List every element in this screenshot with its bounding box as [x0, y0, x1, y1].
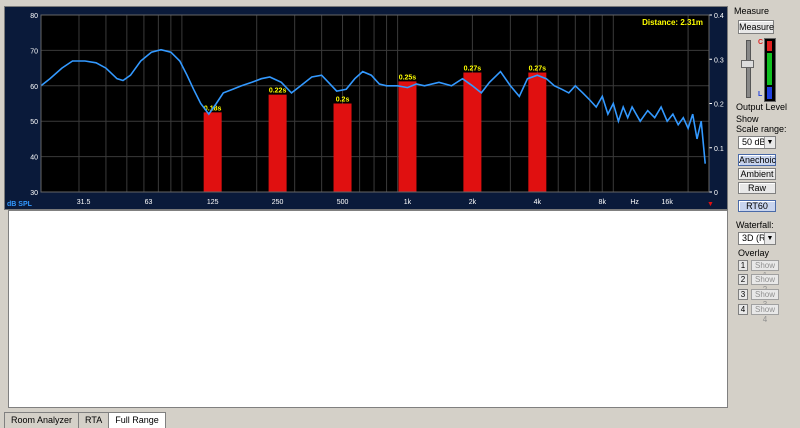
- y-tick-label-right: 0: [714, 190, 718, 197]
- x-tick-label: 8k: [599, 199, 607, 206]
- overlay-row-1: 1 Show 1: [738, 260, 782, 280]
- overlay-4-show-button[interactable]: Show 4: [751, 304, 779, 324]
- rt60-bar-label: 0.22s: [269, 88, 287, 95]
- x-tick-label: 500: [337, 199, 349, 206]
- show-label: Show: [736, 114, 759, 124]
- overlay-2-button[interactable]: 2: [738, 274, 748, 285]
- meter-low-segment: [767, 87, 772, 99]
- rt60-bar-label: 0.27s: [529, 66, 547, 73]
- overlay-row-4: 4 Show 4: [738, 304, 782, 324]
- scale-range-value: 50 dB: [742, 137, 766, 147]
- x-tick-label: 4k: [534, 199, 542, 206]
- frequency-response-chart: 0.18s 0.22s 0.2s 0.25s 0.27s 0.27s 80 70 60 50 40…: [4, 6, 728, 210]
- waterfall-panel: [8, 210, 728, 408]
- overlay-1-button[interactable]: 1: [738, 260, 748, 271]
- rt60-bar: [203, 112, 222, 192]
- output-level-meter: [764, 38, 776, 102]
- rt60-bar-label: 0.2s: [336, 97, 350, 104]
- meter-ok-segment: [767, 53, 772, 85]
- overlay-label: Overlay: [738, 248, 770, 258]
- ambient-button[interactable]: Ambient: [738, 168, 776, 180]
- y-tick-label-left: 40: [30, 155, 38, 162]
- x-tick-label: Hz: [630, 199, 639, 206]
- overlay-row-2: 2 Show 2: [738, 274, 782, 294]
- rt60-bar: [268, 94, 287, 192]
- x-tick-label: 63: [145, 199, 153, 206]
- anechoic-button[interactable]: Anechoic: [738, 154, 776, 166]
- y-tick-label-left: 70: [30, 48, 38, 55]
- rt60-bar: [333, 103, 352, 192]
- overlay-3-button[interactable]: 3: [738, 289, 748, 300]
- y-tick-label-right: 0.4: [714, 13, 724, 20]
- chevron-down-icon: ▼: [764, 137, 775, 148]
- rt60-bar-label: 0.27s: [464, 66, 482, 73]
- y-tick-label-left: 80: [30, 13, 38, 20]
- y-axis-label: dB SPL: [7, 201, 33, 208]
- meter-clip-segment: [767, 41, 772, 51]
- plot-area: [41, 15, 709, 192]
- overlay-3-show-button[interactable]: Show 3: [751, 289, 779, 309]
- output-level-label: Output Level: [736, 102, 788, 112]
- x-tick-label: 16k: [662, 199, 674, 206]
- rt60-bar: [528, 72, 547, 192]
- y-tick-label-left: 50: [30, 119, 38, 126]
- x-tick-label: 125: [207, 199, 219, 206]
- output-level-slider-track[interactable]: [746, 40, 751, 98]
- waterfall-label: Waterfall:: [736, 220, 774, 230]
- tab-full-range[interactable]: Full Range: [108, 412, 166, 428]
- y-tick-label-left: 60: [30, 84, 38, 91]
- distance-annotation: Distance: 2.31m: [642, 18, 703, 27]
- x-tick-label: 31.5: [77, 199, 91, 206]
- meter-low-label: L: [758, 91, 763, 98]
- rt60-button[interactable]: RT60: [738, 200, 776, 212]
- overlay-1-show-button[interactable]: Show 1: [751, 260, 779, 280]
- y-tick-label-right: 0.1: [714, 146, 724, 153]
- rt60-bar: [398, 81, 417, 192]
- y-tick-label-right: 0.3: [714, 57, 724, 64]
- overlay-4-button[interactable]: 4: [738, 304, 748, 315]
- x-tick-label: 2k: [469, 199, 477, 206]
- x-tick-label: 250: [272, 199, 284, 206]
- y-tick-label-right: 0.2: [714, 102, 724, 109]
- overlay-row-3: 3 Show 3: [738, 289, 782, 309]
- overlay-2-show-button[interactable]: Show 2: [751, 274, 779, 294]
- chevron-down-icon: ▼: [764, 233, 775, 244]
- x-tick-label: 1k: [404, 199, 412, 206]
- scale-range-select[interactable]: 50 dB ▼: [738, 136, 776, 149]
- waterfall-select[interactable]: 3D (R) ▼: [738, 232, 776, 245]
- meter-clip-label: C: [758, 39, 764, 46]
- tab-room-analyzer[interactable]: Room Analyzer: [4, 412, 80, 428]
- scroll-arrow-icon[interactable]: ▼: [707, 201, 714, 208]
- raw-button[interactable]: Raw: [738, 182, 776, 194]
- scale-range-label: Scale range:: [736, 124, 787, 134]
- rt60-bar-label: 0.25s: [399, 74, 417, 81]
- measure-heading: Measure: [734, 6, 770, 16]
- y-tick-label-left: 30: [30, 190, 38, 197]
- output-level-slider-thumb[interactable]: [741, 60, 754, 68]
- tab-rta[interactable]: RTA: [78, 412, 110, 428]
- bottom-tab-bar: Room Analyzer RTA Full Range: [4, 412, 166, 428]
- measure-button[interactable]: Measure: [738, 20, 774, 34]
